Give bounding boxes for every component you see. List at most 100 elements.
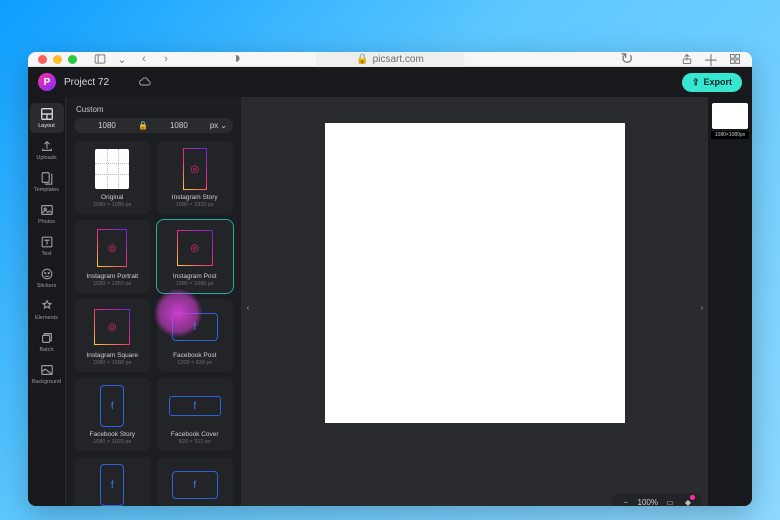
preset-dims: 1080 × 1350 px: [93, 281, 131, 287]
layout-panel: Custom 🔒 px ⌄ Original1080 × 1080 px◎Ins…: [66, 97, 242, 506]
background-icon: [40, 363, 54, 377]
app-root: P Project 72 ⇪ Export Layout Uploads Templ…: [28, 67, 752, 506]
preset-name: Facebook Story: [89, 431, 135, 438]
chevron-down-icon[interactable]: ⌄: [115, 52, 129, 66]
preset-grid: Original1080 × 1080 px◎Instagram Story10…: [74, 141, 233, 506]
window-minimize-dot[interactable]: [53, 55, 62, 64]
rail-item-text[interactable]: Text: [30, 231, 64, 261]
preset-card[interactable]: f Facebook Post1200 × 630 px: [157, 299, 234, 372]
rail-item-label: Background: [32, 379, 61, 385]
preset-thumb: ◎: [167, 147, 223, 191]
rail-item-photos[interactable]: Photos: [30, 199, 64, 229]
app-logo[interactable]: P: [38, 73, 56, 91]
right-panel: 1080×1080px: [708, 97, 752, 506]
notification-dot: [690, 495, 695, 500]
height-input[interactable]: [152, 121, 206, 130]
rail-item-layout[interactable]: Layout: [30, 103, 64, 133]
share-icon[interactable]: [680, 52, 694, 66]
preset-card[interactable]: fFacebook Cover820 × 312 px: [157, 378, 234, 451]
nav-back-icon[interactable]: ‹: [137, 52, 151, 66]
export-icon: ⇪: [692, 77, 700, 88]
new-tab-icon[interactable]: ＋: [704, 52, 718, 66]
custom-dimensions-row: 🔒 px ⌄: [74, 118, 233, 133]
url-bar[interactable]: 🔒 picsart.com: [316, 52, 464, 67]
batch-icon: [40, 331, 54, 345]
lock-aspect-icon[interactable]: 🔒: [138, 121, 148, 130]
rail-item-label: Templates: [34, 187, 59, 193]
zoom-bar: − 100% ▭ ◆: [612, 493, 702, 506]
panel-collapse-left[interactable]: ‹: [242, 289, 254, 325]
canvas-thumbnail[interactable]: [712, 103, 748, 129]
photos-icon: [40, 203, 54, 217]
rail-item-uploads[interactable]: Uploads: [30, 135, 64, 165]
preset-card[interactable]: ◎ Instagram Post1080 × 1080 px: [157, 220, 234, 293]
preset-thumb: ◎: [84, 305, 140, 349]
width-input[interactable]: [80, 121, 134, 130]
preset-dims: 1080 × 1080 px: [176, 281, 214, 287]
preset-card[interactable]: Original1080 × 1080 px: [74, 141, 151, 214]
preset-dims: 1200 × 630 px: [177, 360, 212, 366]
sidebar-toggle-icon[interactable]: [93, 52, 107, 66]
preset-name: Instagram Portrait: [86, 273, 138, 280]
rail-item-label: Batch: [39, 347, 53, 353]
browser-window: ⌄ ‹ › ◑ 🔒 picsart.com ↻ ＋ P Project 72: [28, 52, 752, 506]
preset-thumb: ◎: [167, 226, 223, 270]
preset-name: Instagram Post: [173, 273, 217, 280]
preset-card[interactable]: f: [157, 457, 234, 506]
cloud-sync-icon[interactable]: [138, 75, 152, 89]
preset-dims: 1080 × 1080 px: [93, 360, 131, 366]
rail-item-label: Photos: [38, 219, 55, 225]
preset-thumb: f: [167, 305, 223, 349]
rail-item-label: Stickers: [37, 283, 57, 289]
project-name[interactable]: Project 72: [64, 77, 109, 88]
rail-item-stickers[interactable]: Stickers: [30, 263, 64, 293]
nav-forward-icon[interactable]: ›: [159, 52, 173, 66]
panel-collapse-right[interactable]: ›: [696, 289, 708, 325]
layout-icon: [40, 107, 54, 121]
lock-icon: 🔒: [356, 54, 368, 65]
preset-name: Instagram Story: [172, 194, 218, 201]
preset-card[interactable]: ◎ Instagram Story1080 × 1920 px: [157, 141, 234, 214]
preset-name: Facebook Post: [173, 352, 216, 359]
rail-item-templates[interactable]: Templates: [30, 167, 64, 197]
zoom-fit-icon[interactable]: ▭: [664, 496, 676, 506]
preset-card[interactable]: ◎Instagram Portrait1080 × 1350 px: [74, 220, 151, 293]
zoom-out-icon[interactable]: −: [620, 496, 632, 506]
templates-icon: [40, 171, 54, 185]
shield-icon[interactable]: ◑: [229, 52, 243, 66]
rail-item-background[interactable]: Background: [30, 359, 64, 389]
window-zoom-dot[interactable]: [68, 55, 77, 64]
preset-dims: 1080 × 1920 px: [93, 439, 131, 445]
export-button[interactable]: ⇪ Export: [682, 73, 742, 92]
text-icon: [40, 235, 54, 249]
tabs-overview-icon[interactable]: [728, 52, 742, 66]
preset-thumb: f: [167, 463, 223, 506]
window-close-dot[interactable]: [38, 55, 47, 64]
preset-name: Facebook Cover: [171, 431, 219, 438]
preset-dims: 1080 × 1080 px: [93, 202, 131, 208]
rail-item-batch[interactable]: Batch: [30, 327, 64, 357]
preset-dims: 1080 × 1920 px: [176, 202, 214, 208]
chevron-down-icon: ⌄: [220, 121, 227, 130]
preset-dims: 820 × 312 px: [179, 439, 211, 445]
rail-item-label: Uploads: [36, 155, 56, 161]
panel-section-title: Custom: [76, 105, 233, 114]
elements-icon: [40, 299, 54, 313]
preset-card[interactable]: ◎Instagram Square1080 × 1080 px: [74, 299, 151, 372]
preset-thumb: f: [84, 463, 140, 506]
preset-card[interactable]: f Facebook Story1080 × 1920 px: [74, 378, 151, 451]
preset-thumb: f: [84, 384, 140, 428]
canvas[interactable]: [325, 123, 625, 423]
unit-select[interactable]: px ⌄: [210, 121, 227, 130]
stickers-icon: [40, 267, 54, 281]
rail-item-label: Elements: [35, 315, 58, 321]
preset-card[interactable]: f: [74, 457, 151, 506]
canvas-thumbnail-label: 1080×1080px: [711, 131, 749, 139]
rail-item-label: Text: [41, 251, 51, 257]
canvas-area[interactable]: [242, 97, 708, 506]
reload-icon[interactable]: ↻: [620, 52, 634, 66]
tool-rail: Layout Uploads Templates Photos Text Stickers…: [28, 97, 66, 506]
rail-item-elements[interactable]: Elements: [30, 295, 64, 325]
zoom-value[interactable]: 100%: [638, 498, 658, 507]
notifications-icon[interactable]: ◆: [682, 496, 694, 506]
